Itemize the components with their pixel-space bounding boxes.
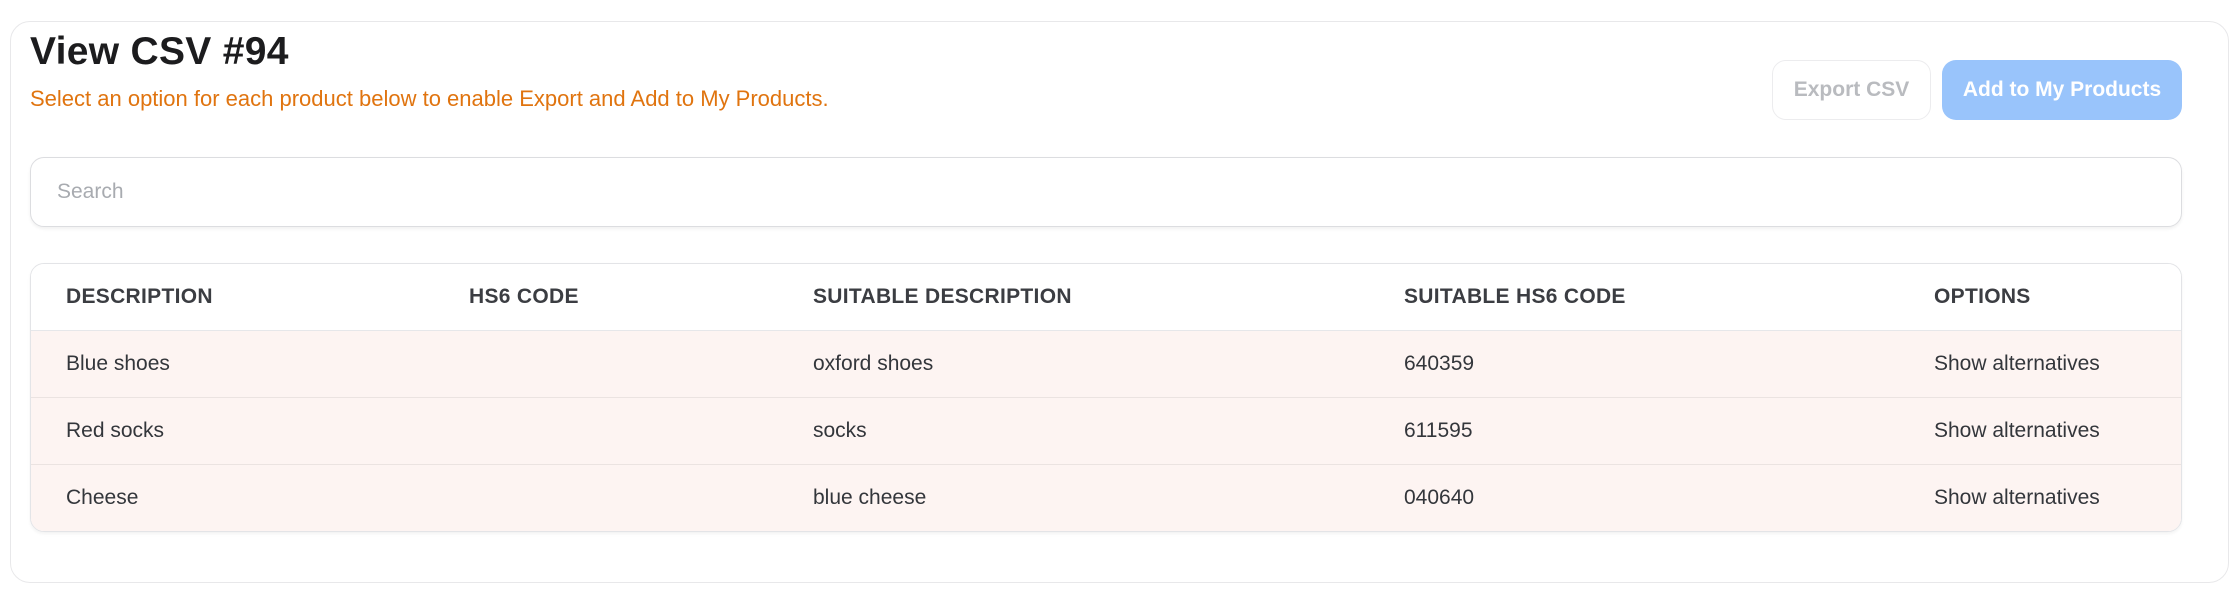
add-to-my-products-button[interactable]: Add to My Products xyxy=(1942,60,2182,120)
search-box xyxy=(30,157,2182,227)
table-row: Cheese blue cheese 040640 Show alternati… xyxy=(31,464,2181,531)
description-cell: Red socks xyxy=(31,397,434,465)
column-header-suitable-hs6-code: SUITABLE HS6 CODE xyxy=(1369,264,1899,331)
description-cell: Cheese xyxy=(31,464,434,531)
description-cell: Blue shoes xyxy=(31,330,434,398)
suitable-description-cell: oxford shoes xyxy=(778,330,1369,398)
table-header-row: DESCRIPTION HS6 CODE SUITABLE DESCRIPTIO… xyxy=(31,264,2181,331)
products-table: DESCRIPTION HS6 CODE SUITABLE DESCRIPTIO… xyxy=(30,263,2182,532)
table-row: Blue shoes oxford shoes 640359 Show alte… xyxy=(31,330,2181,398)
instruction-text: Select an option for each product below … xyxy=(30,86,829,111)
show-alternatives-link[interactable]: Show alternatives xyxy=(1899,397,2181,465)
table-row: Red socks socks 611595 Show alternatives xyxy=(31,397,2181,465)
column-header-options: OPTIONS xyxy=(1899,264,2181,331)
suitable-hs6-code-cell: 640359 xyxy=(1369,330,1899,398)
page-title: View CSV #94 xyxy=(30,30,289,73)
column-header-suitable-description: SUITABLE DESCRIPTION xyxy=(778,264,1369,331)
export-csv-button[interactable]: Export CSV xyxy=(1772,60,1931,120)
column-header-hs6-code: HS6 CODE xyxy=(434,264,778,331)
show-alternatives-link[interactable]: Show alternatives xyxy=(1899,464,2181,531)
suitable-description-cell: socks xyxy=(778,397,1369,465)
hs6-code-cell xyxy=(434,464,778,531)
suitable-hs6-code-cell: 040640 xyxy=(1369,464,1899,531)
hs6-code-cell xyxy=(434,330,778,398)
hs6-code-cell xyxy=(434,397,778,465)
show-alternatives-link[interactable]: Show alternatives xyxy=(1899,330,2181,398)
search-input[interactable] xyxy=(55,179,2181,205)
suitable-hs6-code-cell: 611595 xyxy=(1369,397,1899,465)
column-header-description: DESCRIPTION xyxy=(31,264,434,331)
suitable-description-cell: blue cheese xyxy=(778,464,1369,531)
